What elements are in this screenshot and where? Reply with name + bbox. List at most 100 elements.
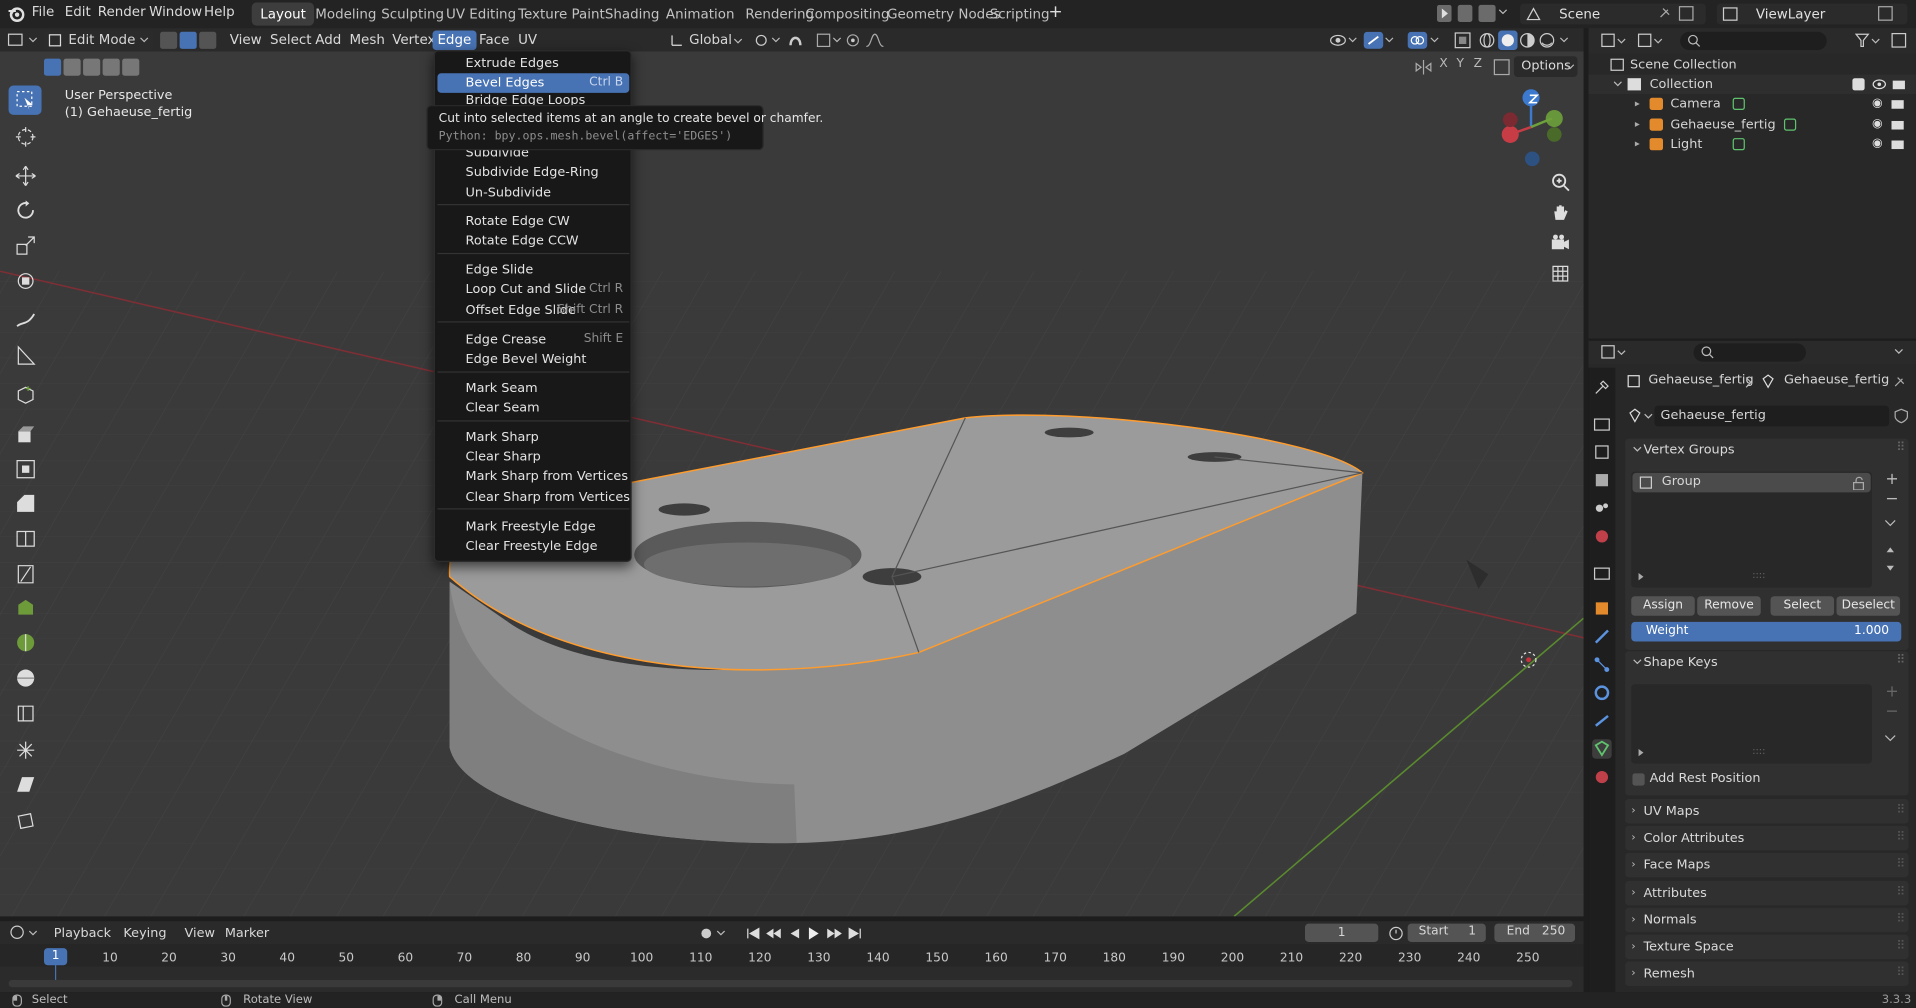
drag-handle-icon[interactable]: ⠿ — [1896, 441, 1905, 454]
menu-edge[interactable]: Edge — [432, 30, 477, 51]
camera-render-icon[interactable] — [1891, 120, 1904, 129]
menu-face[interactable]: Face — [474, 31, 514, 51]
remove-shape-key-icon[interactable]: − — [1885, 703, 1898, 721]
vertex-group-list[interactable]: Group :::: — [1631, 471, 1872, 588]
menu-render[interactable]: Render — [98, 4, 146, 20]
select-box-tool[interactable] — [8, 85, 42, 115]
menu-select[interactable]: Select — [265, 31, 316, 51]
vertex-group-row[interactable]: Group — [1632, 472, 1871, 493]
outliner-search-input[interactable] — [1680, 31, 1827, 51]
panel-attributes[interactable]: › Attributes ⠿ — [1625, 880, 1909, 905]
camera-view-icon[interactable] — [1551, 233, 1571, 253]
menu-item-offset-edge-slide[interactable]: Offset Edge Slide Shift Ctrl R — [437, 301, 629, 321]
camera-render-icon[interactable] — [1891, 100, 1904, 109]
bevel-tool[interactable] — [9, 489, 42, 518]
face-select-icon[interactable] — [199, 31, 217, 49]
properties-search-input[interactable] — [1693, 343, 1806, 362]
pin-icon[interactable] — [1892, 375, 1907, 390]
chevron-down-icon[interactable] — [1632, 446, 1642, 453]
chevron-down-icon[interactable] — [1894, 348, 1904, 355]
intersect-selection-icon[interactable] — [122, 58, 140, 76]
list-expand-icon[interactable] — [1637, 573, 1644, 581]
panel-normals[interactable]: › Normals ⠿ — [1625, 907, 1909, 932]
drag-handle-icon[interactable]: ⠿ — [1896, 654, 1905, 667]
rendered-shading-icon[interactable] — [1538, 32, 1555, 49]
shrink-fatten-tool[interactable] — [9, 736, 42, 765]
menu-item-mark-freestyle-edge[interactable]: Mark Freestyle Edge — [437, 517, 629, 537]
filter-icon[interactable] — [1854, 33, 1882, 49]
move-tool[interactable] — [9, 161, 42, 190]
falloff-icon[interactable] — [865, 33, 892, 48]
weight-slider[interactable]: Weight 1.000 — [1631, 621, 1902, 642]
mesh-data-tab-icon[interactable] — [1592, 739, 1612, 759]
particles-tab-icon[interactable] — [1592, 655, 1612, 675]
annotate-tool[interactable] — [9, 305, 42, 334]
timeline-menu-view[interactable]: View — [180, 924, 220, 944]
output-tab-icon[interactable] — [1592, 442, 1612, 462]
menu-item-subdivide-edge-ring[interactable]: Subdivide Edge-Ring — [437, 162, 629, 182]
properties-editor-icon[interactable] — [1601, 345, 1628, 361]
blender-logo-icon[interactable] — [7, 5, 25, 22]
extrude-tool[interactable] — [9, 419, 42, 448]
subtract-selection-icon[interactable] — [83, 58, 101, 76]
collection-tab-icon[interactable] — [1592, 563, 1612, 583]
loop-cut-tool[interactable] — [9, 524, 42, 553]
mesh-name-field[interactable]: Gehaeuse_fertig — [1654, 405, 1890, 427]
end-frame-field[interactable]: End 250 — [1494, 923, 1576, 943]
menu-uv[interactable]: UV — [513, 31, 542, 51]
extend-selection-icon[interactable] — [63, 58, 81, 76]
menu-item-edge-slide[interactable]: Edge Slide — [437, 260, 629, 280]
camera-data-icon[interactable] — [1732, 97, 1745, 110]
snap-icon[interactable] — [788, 33, 817, 48]
menu-item-clear-seam[interactable]: Clear Seam — [437, 398, 629, 418]
add-cube-tool[interactable] — [9, 380, 42, 409]
overlay-toggle-icon[interactable] — [1407, 31, 1442, 49]
viewport-scene[interactable] — [0, 51, 1584, 917]
material-tab-icon[interactable] — [1592, 767, 1612, 787]
measure-tool[interactable] — [9, 341, 42, 370]
playhead[interactable]: 1 — [43, 948, 68, 966]
chevron-right-icon[interactable]: ▸ — [1635, 114, 1640, 134]
chevron-right-icon[interactable]: ▸ — [1635, 94, 1640, 114]
mirror-x-toggle[interactable]: X — [1439, 57, 1447, 70]
menu-mesh[interactable]: Mesh — [345, 31, 390, 51]
vertex-groups-title[interactable]: Vertex Groups — [1643, 442, 1734, 457]
camera-render-icon[interactable] — [1891, 140, 1904, 150]
outliner-editor-icon[interactable] — [1601, 33, 1628, 49]
eye-icon[interactable] — [1872, 78, 1887, 90]
menu-item-edge-bevel-weight[interactable]: Edge Bevel Weight — [437, 349, 629, 369]
display-mode-icon[interactable] — [1637, 33, 1664, 49]
new-collection-icon[interactable] — [1891, 32, 1907, 48]
vertex-select-icon[interactable] — [160, 31, 178, 49]
snap-target-icon[interactable] — [816, 33, 843, 48]
remove-vertex-group-icon[interactable]: − — [1885, 490, 1898, 508]
menu-item-mark-sharp-from-vertices[interactable]: Mark Sharp from Vertices — [437, 467, 629, 487]
menu-file[interactable]: File — [32, 4, 55, 20]
menu-window[interactable]: Window — [149, 4, 202, 20]
menu-edit[interactable]: Edit — [65, 4, 91, 20]
stopwatch-icon[interactable] — [1388, 925, 1404, 941]
shape-keys-title[interactable]: Shape Keys — [1643, 655, 1717, 670]
drag-handle-icon[interactable]: ⠿ — [1896, 826, 1905, 850]
drag-handle-icon[interactable]: ⠿ — [1896, 853, 1905, 877]
cursor-tool[interactable] — [9, 122, 42, 151]
jump-keyframe-forward-icon[interactable] — [826, 925, 843, 942]
invert-selection-icon[interactable] — [102, 58, 120, 76]
xray-toggle-icon[interactable] — [1454, 32, 1471, 49]
chevron-down-icon[interactable] — [1498, 9, 1508, 16]
menu-item-extrude-edges[interactable]: Extrude Edges — [437, 54, 629, 74]
eye-icon[interactable]: ◉ — [1872, 114, 1883, 134]
add-vertex-group-icon[interactable]: + — [1885, 470, 1898, 488]
transform-orientation-selector[interactable]: Global — [667, 31, 745, 51]
world-tab-icon[interactable] — [1592, 527, 1612, 547]
render-tab-icon[interactable] — [1592, 414, 1612, 434]
move-down-icon[interactable] — [1885, 564, 1895, 571]
outliner-collection[interactable]: Collection — [1588, 74, 1916, 95]
menu-add[interactable]: Add — [310, 31, 346, 51]
assign-button[interactable]: Assign — [1631, 596, 1695, 616]
shape-key-list[interactable]: :::: — [1631, 684, 1872, 764]
menu-item-clear-freestyle-edge[interactable]: Clear Freestyle Edge — [437, 536, 629, 556]
eye-icon[interactable]: ◉ — [1872, 94, 1883, 114]
scene-selector[interactable]: Scene — [1520, 3, 1706, 25]
breadcrumb-object[interactable]: Gehaeuse_fertig — [1648, 373, 1753, 388]
